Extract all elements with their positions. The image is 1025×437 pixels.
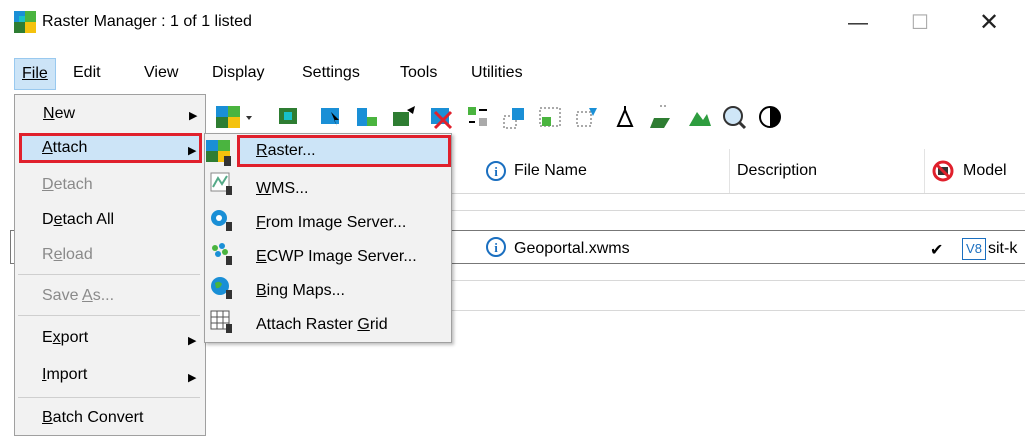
info-icon: i (486, 161, 506, 181)
submenu-item-ecwp-image-server[interactable]: ECWP Image Server... (256, 248, 417, 266)
clip-raster-icon[interactable] (355, 104, 381, 130)
raster-attach-icon (206, 140, 231, 166)
bing-maps-globe-icon (211, 277, 232, 299)
menu-item-detach-all[interactable]: Detach All (42, 211, 114, 229)
submenu-item-raster[interactable]: Raster... (256, 142, 316, 160)
menu-display[interactable]: Display (207, 62, 269, 84)
wms-icon (210, 172, 232, 195)
info-icon: i (486, 237, 506, 257)
delete-raster-icon[interactable] (429, 104, 455, 130)
submenu-arrow-icon: ▶ (188, 335, 197, 347)
drape-raster-icon[interactable] (650, 104, 676, 130)
swap-raster-icon[interactable] (465, 104, 491, 130)
cell-model: sit-k (988, 240, 1018, 257)
window-title: Raster Manager : 1 of 1 listed (42, 13, 252, 30)
ecwp-server-icon (212, 243, 232, 265)
no-display-icon (932, 160, 954, 182)
menu-item-import[interactable]: Import (42, 366, 87, 384)
cell-file-name: Geoportal.xwms (514, 240, 630, 257)
terrain-icon[interactable] (687, 104, 713, 130)
contrast-icon[interactable] (757, 104, 783, 130)
submenu-item-wms[interactable]: WMS... (256, 180, 308, 198)
title-bar: Raster Manager : 1 of 1 listed — ☐ ✕ (0, 0, 1025, 52)
warp-raster-icon[interactable] (538, 104, 564, 130)
cell-check: ✔ (930, 242, 944, 259)
image-server-icon (211, 210, 232, 231)
menu-separator (18, 315, 200, 316)
minimize-button[interactable]: — (838, 8, 878, 38)
menu-file[interactable]: File (14, 58, 56, 90)
submenu-item-bing-maps[interactable]: Bing Maps... (256, 282, 345, 300)
menu-edit[interactable]: Edit (68, 62, 106, 84)
menu-item-export[interactable]: Export (42, 329, 88, 347)
zoom-1to1-icon[interactable] (721, 104, 747, 130)
maximize-button[interactable]: ☐ (900, 8, 940, 38)
menu-item-detach-label: Detach (42, 176, 93, 193)
scale-raster-icon[interactable] (502, 104, 528, 130)
menu-separator (18, 274, 200, 275)
rotate-raster-icon[interactable] (575, 104, 601, 130)
fit-raster-icon[interactable] (276, 104, 302, 130)
svg-text:i: i (494, 164, 498, 179)
menu-view[interactable]: View (139, 62, 183, 84)
submenu-arrow-icon: ▶ (188, 372, 197, 384)
raster-manager-app-icon (14, 11, 36, 33)
mirror-raster-icon[interactable] (613, 104, 639, 130)
menu-tools[interactable]: Tools (395, 62, 442, 84)
col-description[interactable]: Description (737, 162, 817, 180)
menu-item-batch-convert[interactable]: Batch Convert (42, 409, 143, 427)
col-separator (924, 149, 925, 193)
submenu-arrow-icon: ▶ (189, 110, 198, 122)
select-raster-icon[interactable] (318, 104, 344, 130)
menu-settings[interactable]: Settings (297, 62, 365, 84)
model-v8-badge: V8 (962, 238, 986, 260)
menu-item-attach[interactable]: Attach (42, 139, 87, 157)
menu-item-reload: Reload (42, 246, 93, 263)
close-button[interactable]: ✕ (969, 8, 1009, 38)
menu-utilities[interactable]: Utilities (466, 62, 528, 84)
submenu-item-attach-raster-grid[interactable]: Attach Raster Grid (256, 316, 388, 334)
col-separator (729, 149, 730, 193)
raster-grid-icon (210, 310, 232, 333)
menu-file-label: File (22, 65, 48, 82)
menu-item-save-as: Save As... (42, 287, 115, 304)
menu-separator (18, 397, 200, 398)
col-model[interactable]: Model (963, 162, 1007, 180)
submenu-arrow-icon: ▶ (188, 145, 197, 157)
svg-text:i: i (494, 240, 498, 255)
raster-dropdown-icon[interactable] (216, 104, 256, 130)
submenu-item-from-image-server[interactable]: From Image Server... (256, 214, 406, 232)
col-file-name[interactable]: File Name (514, 162, 587, 180)
move-raster-icon[interactable] (391, 104, 417, 130)
menu-item-new[interactable]: New (43, 105, 75, 123)
